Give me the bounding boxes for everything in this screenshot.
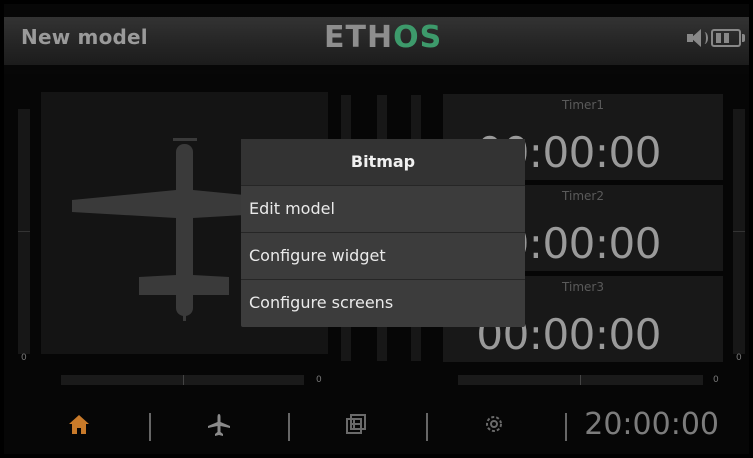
speaker-icon[interactable] — [685, 28, 708, 48]
right-horizontal-trim — [458, 375, 703, 385]
nav-separator — [426, 413, 428, 441]
nav-separator — [565, 413, 567, 441]
screens-icon[interactable] — [345, 413, 367, 435]
right-trim-gauge — [733, 109, 745, 354]
airplane-icon[interactable] — [206, 413, 232, 437]
battery-icon — [711, 29, 745, 47]
home-icon[interactable] — [67, 413, 91, 437]
radio-screen: New model ETHOS 0 0 Timer1 00:00:00 Time… — [4, 4, 749, 454]
clock: 20:00:00 — [584, 407, 719, 442]
context-menu: Bitmap Edit model Configure widget Confi… — [241, 139, 525, 327]
left-trim-gauge — [18, 109, 30, 354]
left-hbar-value: 0 — [316, 375, 322, 385]
menu-item-edit-model[interactable]: Edit model — [241, 185, 525, 231]
top-bar: New model ETHOS — [4, 4, 749, 74]
timer-label: Timer1 — [562, 98, 604, 112]
gear-icon[interactable] — [483, 413, 505, 435]
right-gauge-value: 0 — [736, 353, 742, 363]
bottom-nav: 20:00:00 — [4, 399, 749, 454]
menu-title: Bitmap — [241, 139, 525, 185]
left-gauge-value: 0 — [21, 353, 27, 363]
status-icons — [685, 28, 745, 48]
right-hbar-value: 0 — [713, 375, 719, 385]
nav-separator — [288, 413, 290, 441]
logo-eth: ETH — [324, 20, 394, 55]
ethos-logo: ETHOS — [324, 20, 442, 55]
menu-item-configure-widget[interactable]: Configure widget — [241, 232, 525, 278]
model-name[interactable]: New model — [21, 25, 148, 49]
left-horizontal-trim — [61, 375, 304, 385]
menu-item-configure-screens[interactable]: Configure screens — [241, 279, 525, 325]
nav-separator — [149, 413, 151, 441]
logo-os: OS — [393, 20, 443, 55]
